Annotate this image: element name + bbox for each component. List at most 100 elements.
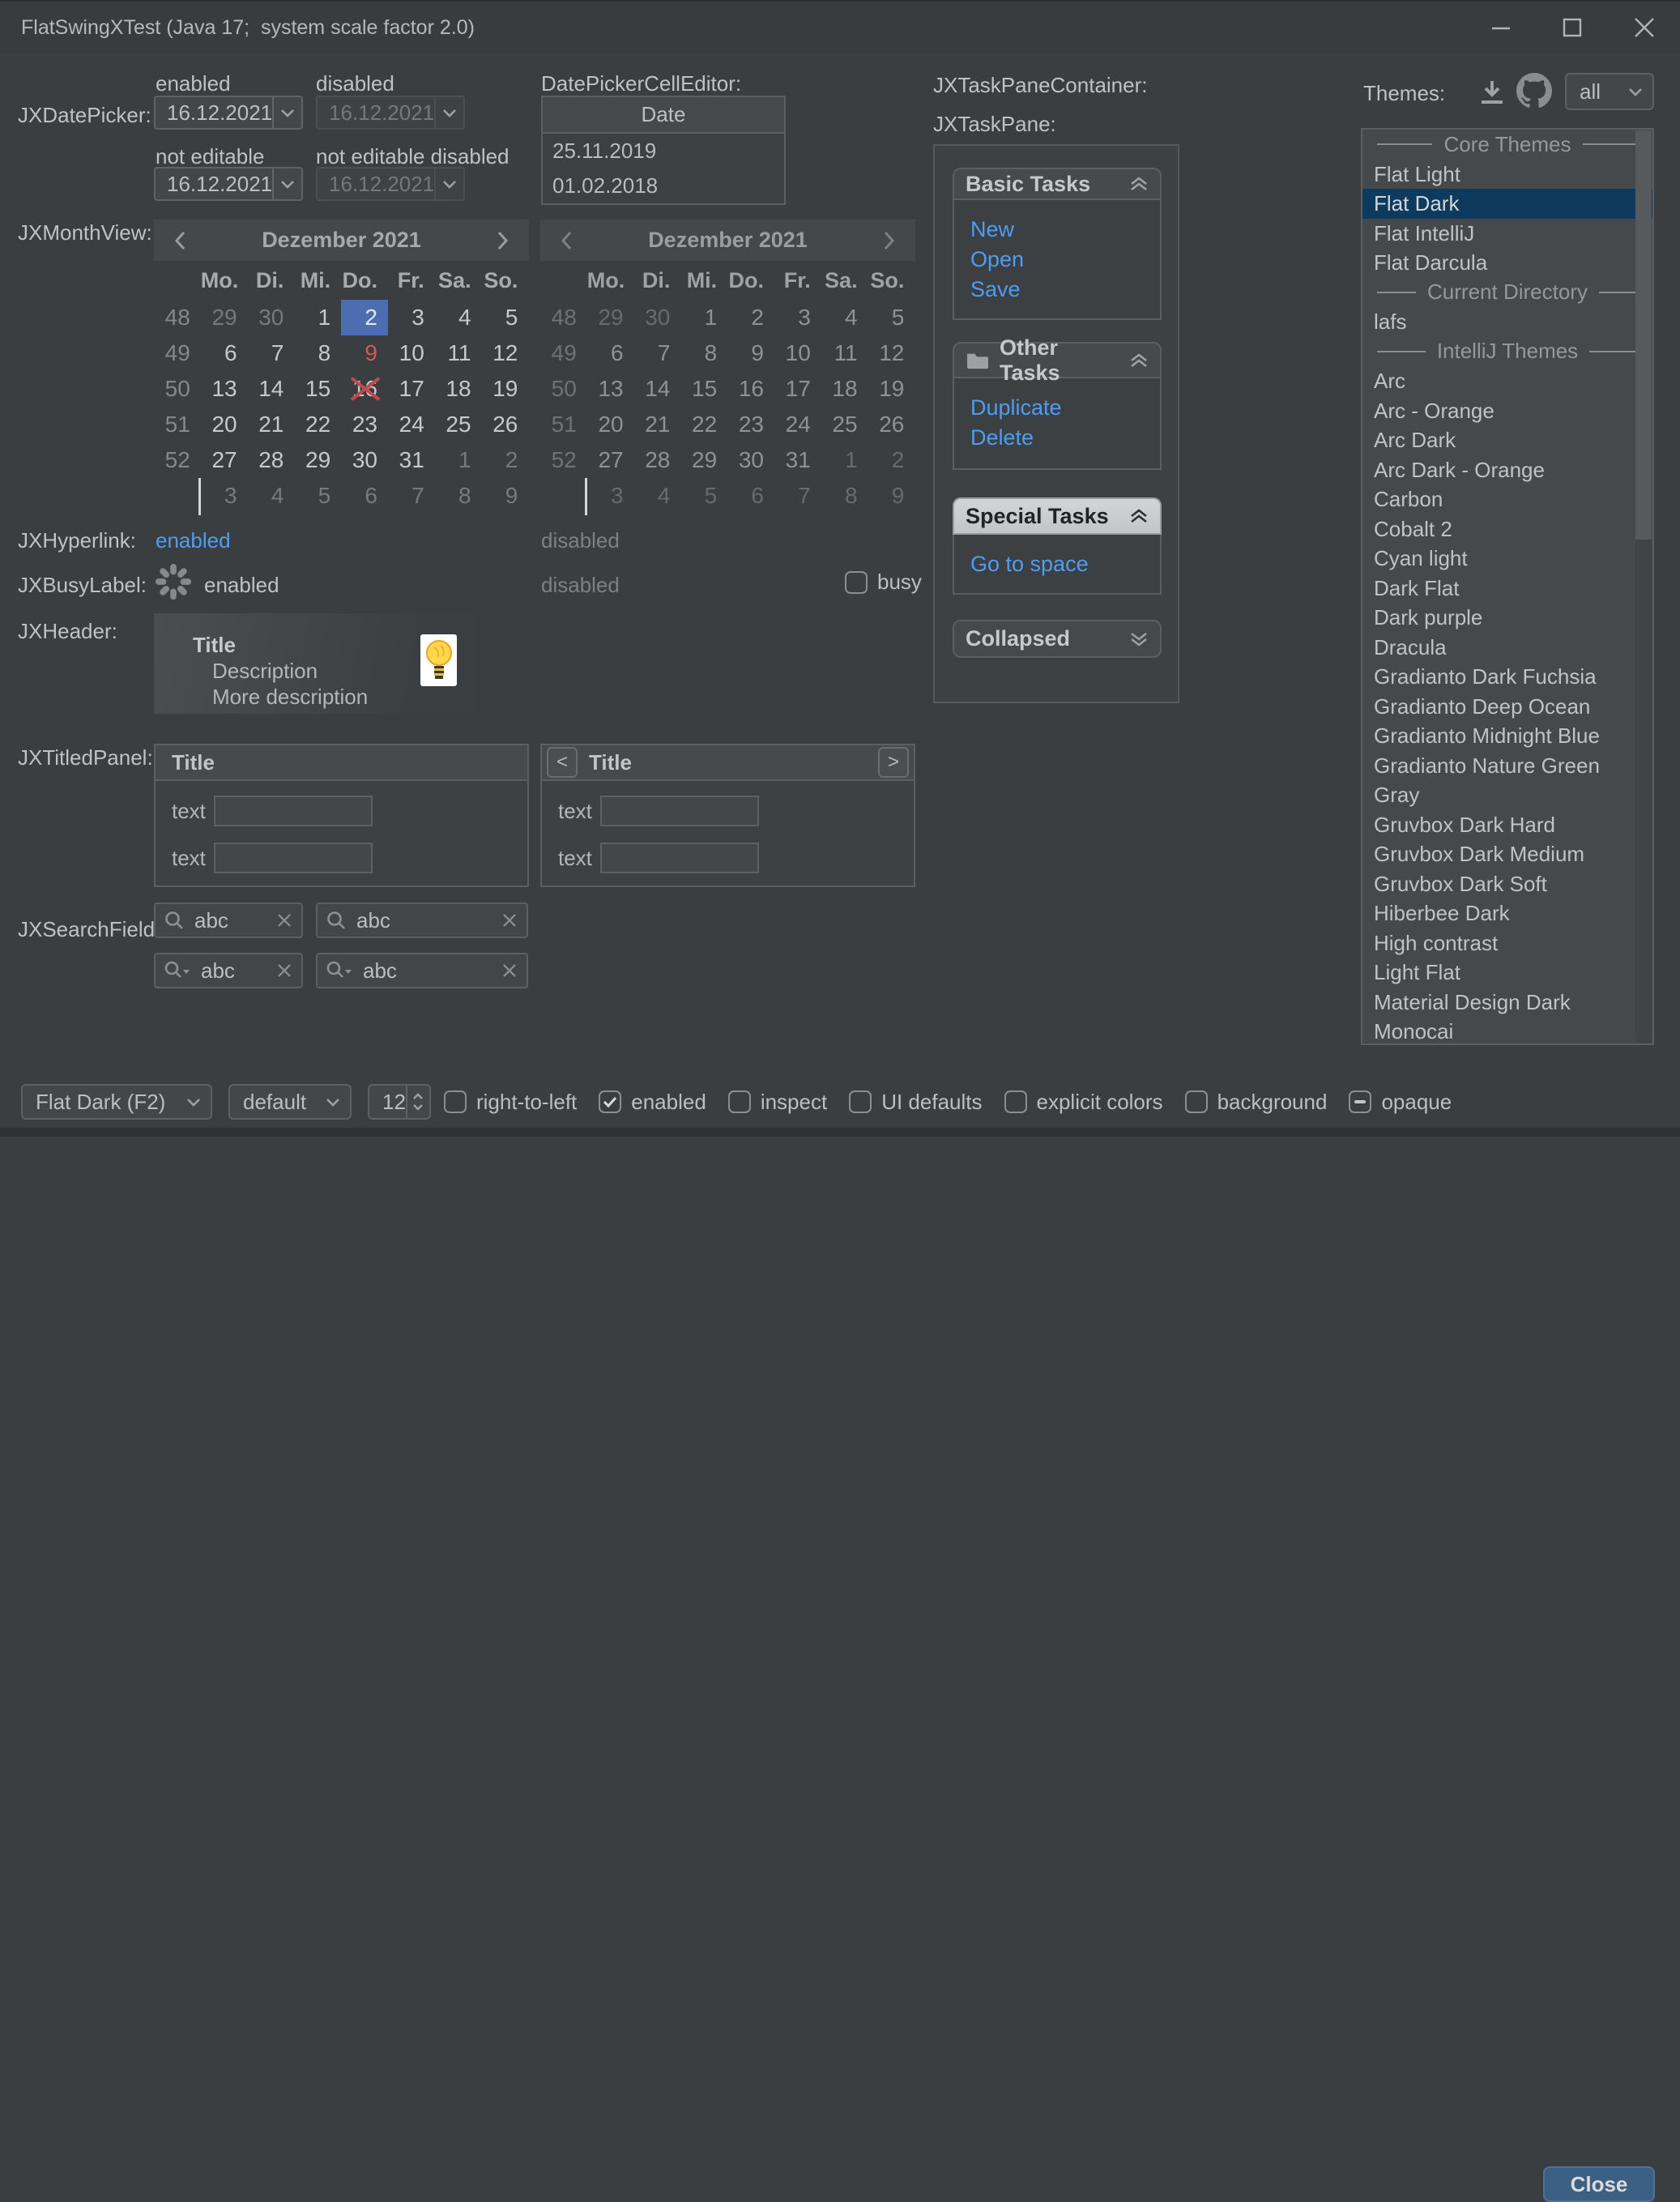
day-cell[interactable]: 8 xyxy=(294,335,341,371)
theme-item[interactable]: Gradianto Midnight Blue xyxy=(1362,721,1652,751)
text-input[interactable] xyxy=(214,796,373,826)
day-cell[interactable]: 1 xyxy=(294,300,341,335)
taskpane-toggle[interactable] xyxy=(1129,631,1149,647)
clear-search-button[interactable] xyxy=(501,911,518,929)
day-cell[interactable]: 11 xyxy=(435,335,482,371)
clear-search-button[interactable] xyxy=(275,911,293,929)
github-button[interactable] xyxy=(1516,73,1552,109)
day-cell[interactable]: 7 xyxy=(248,335,295,371)
task-link[interactable]: Open xyxy=(970,245,1160,275)
checkbox-box[interactable] xyxy=(845,571,868,594)
day-cell[interactable]: 16 xyxy=(341,371,388,407)
theme-item[interactable]: Flat Darcula xyxy=(1362,248,1652,278)
search-field[interactable] xyxy=(154,903,303,938)
checkbox-box[interactable] xyxy=(849,1090,872,1113)
datepicker-value[interactable]: 16.12.2021 xyxy=(156,97,272,128)
datepicker-dropdown-button[interactable] xyxy=(272,169,301,199)
table-row[interactable]: 25.11.2019 xyxy=(543,134,784,169)
search-field[interactable] xyxy=(316,953,528,988)
search-icon-wrap[interactable] xyxy=(326,960,353,981)
day-cell[interactable]: 14 xyxy=(248,371,295,407)
table-row[interactable]: 01.02.2018 xyxy=(543,169,784,203)
checkbox-box[interactable] xyxy=(599,1090,621,1113)
day-cell[interactable]: 2 xyxy=(341,300,388,335)
day-cell[interactable]: 27 xyxy=(201,442,248,478)
theme-item[interactable]: Monocai xyxy=(1362,1017,1652,1045)
celleditor-table[interactable]: Date 25.11.2019 01.02.2018 xyxy=(541,96,786,205)
day-cell[interactable]: 4 xyxy=(435,300,482,335)
day-cell[interactable]: 17 xyxy=(388,371,435,407)
theme-item[interactable]: Carbon xyxy=(1362,484,1652,514)
theme-item[interactable]: lafs xyxy=(1362,307,1652,337)
day-cell[interactable]: 31 xyxy=(388,442,435,478)
day-cell[interactable]: 9 xyxy=(482,478,529,514)
theme-item[interactable]: Gradianto Deep Ocean xyxy=(1362,692,1652,722)
day-cell[interactable]: 1 xyxy=(435,442,482,478)
search-input[interactable] xyxy=(361,958,492,984)
day-cell[interactable]: 30 xyxy=(341,442,388,478)
theme-item[interactable]: Flat IntelliJ xyxy=(1362,219,1652,249)
day-cell[interactable]: 4 xyxy=(248,478,295,514)
table-header-date[interactable]: Date xyxy=(543,97,784,134)
theme-item[interactable]: Cyan light xyxy=(1362,544,1652,574)
day-cell[interactable]: 25 xyxy=(435,407,482,442)
task-link[interactable]: Delete xyxy=(970,423,1160,453)
task-link[interactable]: Save xyxy=(970,275,1160,305)
taskpane-toggle[interactable] xyxy=(1129,508,1149,524)
day-cell[interactable]: 6 xyxy=(341,478,388,514)
prev-button[interactable]: < xyxy=(547,747,578,778)
theme-item[interactable]: Dracula xyxy=(1362,633,1652,663)
minimize-button[interactable] xyxy=(1465,2,1537,53)
theme-item[interactable]: Arc xyxy=(1362,366,1652,396)
day-cell[interactable]: 29 xyxy=(201,300,248,335)
busy-checkbox[interactable]: busy xyxy=(845,570,922,595)
day-cell[interactable]: 15 xyxy=(294,371,341,407)
clear-search-button[interactable] xyxy=(275,962,293,979)
checkbox-explicit-colors[interactable]: explicit colors xyxy=(1004,1090,1163,1115)
day-cell[interactable]: 7 xyxy=(388,478,435,514)
checkbox-right-to-left[interactable]: right-to-left xyxy=(444,1090,577,1115)
taskpane-header[interactable]: Other Tasks xyxy=(953,342,1162,378)
theme-item[interactable]: Gruvbox Dark Soft xyxy=(1362,869,1652,899)
search-field[interactable] xyxy=(316,903,528,938)
theme-item[interactable]: Hiberbee Dark xyxy=(1362,898,1652,928)
text-input[interactable] xyxy=(214,843,373,873)
day-cell[interactable]: 30 xyxy=(248,300,295,335)
spinner-arrows[interactable] xyxy=(406,1086,429,1118)
day-cell[interactable]: 12 xyxy=(482,335,529,371)
theme-item[interactable]: Dark purple xyxy=(1362,603,1652,633)
maximize-button[interactable] xyxy=(1537,2,1608,53)
search-input[interactable] xyxy=(199,958,267,984)
day-cell[interactable]: 20 xyxy=(201,407,248,442)
day-cell[interactable]: 2 xyxy=(482,442,529,478)
taskpane-header[interactable]: Basic Tasks xyxy=(953,168,1162,200)
day-cell[interactable]: 21 xyxy=(248,407,295,442)
day-cell[interactable]: 3 xyxy=(201,478,248,514)
theme-item[interactable]: Gray xyxy=(1362,780,1652,810)
next-button[interactable]: > xyxy=(878,747,909,778)
search-icon-wrap[interactable] xyxy=(164,910,185,931)
themes-scrollbar-thumb[interactable] xyxy=(1635,130,1652,540)
day-cell[interactable]: 23 xyxy=(341,407,388,442)
themes-list[interactable]: Core ThemesFlat LightFlat DarkFlat Intel… xyxy=(1361,128,1654,1045)
checkbox-ui-defaults[interactable]: UI defaults xyxy=(849,1090,982,1115)
theme-item[interactable]: Material Design Dark xyxy=(1362,988,1652,1018)
datepicker-field[interactable]: 16.12.2021 xyxy=(154,167,303,201)
theme-item[interactable]: Gruvbox Dark Hard xyxy=(1362,810,1652,840)
close-window-button[interactable] xyxy=(1609,2,1680,53)
checkbox-background[interactable]: background xyxy=(1185,1090,1328,1115)
day-cell[interactable]: 9 xyxy=(341,335,388,371)
text-input[interactable] xyxy=(600,796,759,826)
clear-search-button[interactable] xyxy=(501,962,518,979)
checkbox-opaque[interactable]: opaque xyxy=(1349,1090,1452,1115)
day-cell[interactable]: 29 xyxy=(294,442,341,478)
day-cell[interactable]: 22 xyxy=(294,407,341,442)
day-cell[interactable]: 5 xyxy=(482,300,529,335)
theme-item[interactable]: Gradianto Nature Green xyxy=(1362,751,1652,781)
datepicker-dropdown-button[interactable] xyxy=(272,97,301,128)
day-cell[interactable]: 5 xyxy=(294,478,341,514)
task-link[interactable]: New xyxy=(970,215,1160,245)
day-cell[interactable]: 18 xyxy=(435,371,482,407)
theme-item[interactable]: Arc Dark - Orange xyxy=(1362,455,1652,485)
laf-combo[interactable]: Flat Dark (F2) xyxy=(21,1084,212,1120)
